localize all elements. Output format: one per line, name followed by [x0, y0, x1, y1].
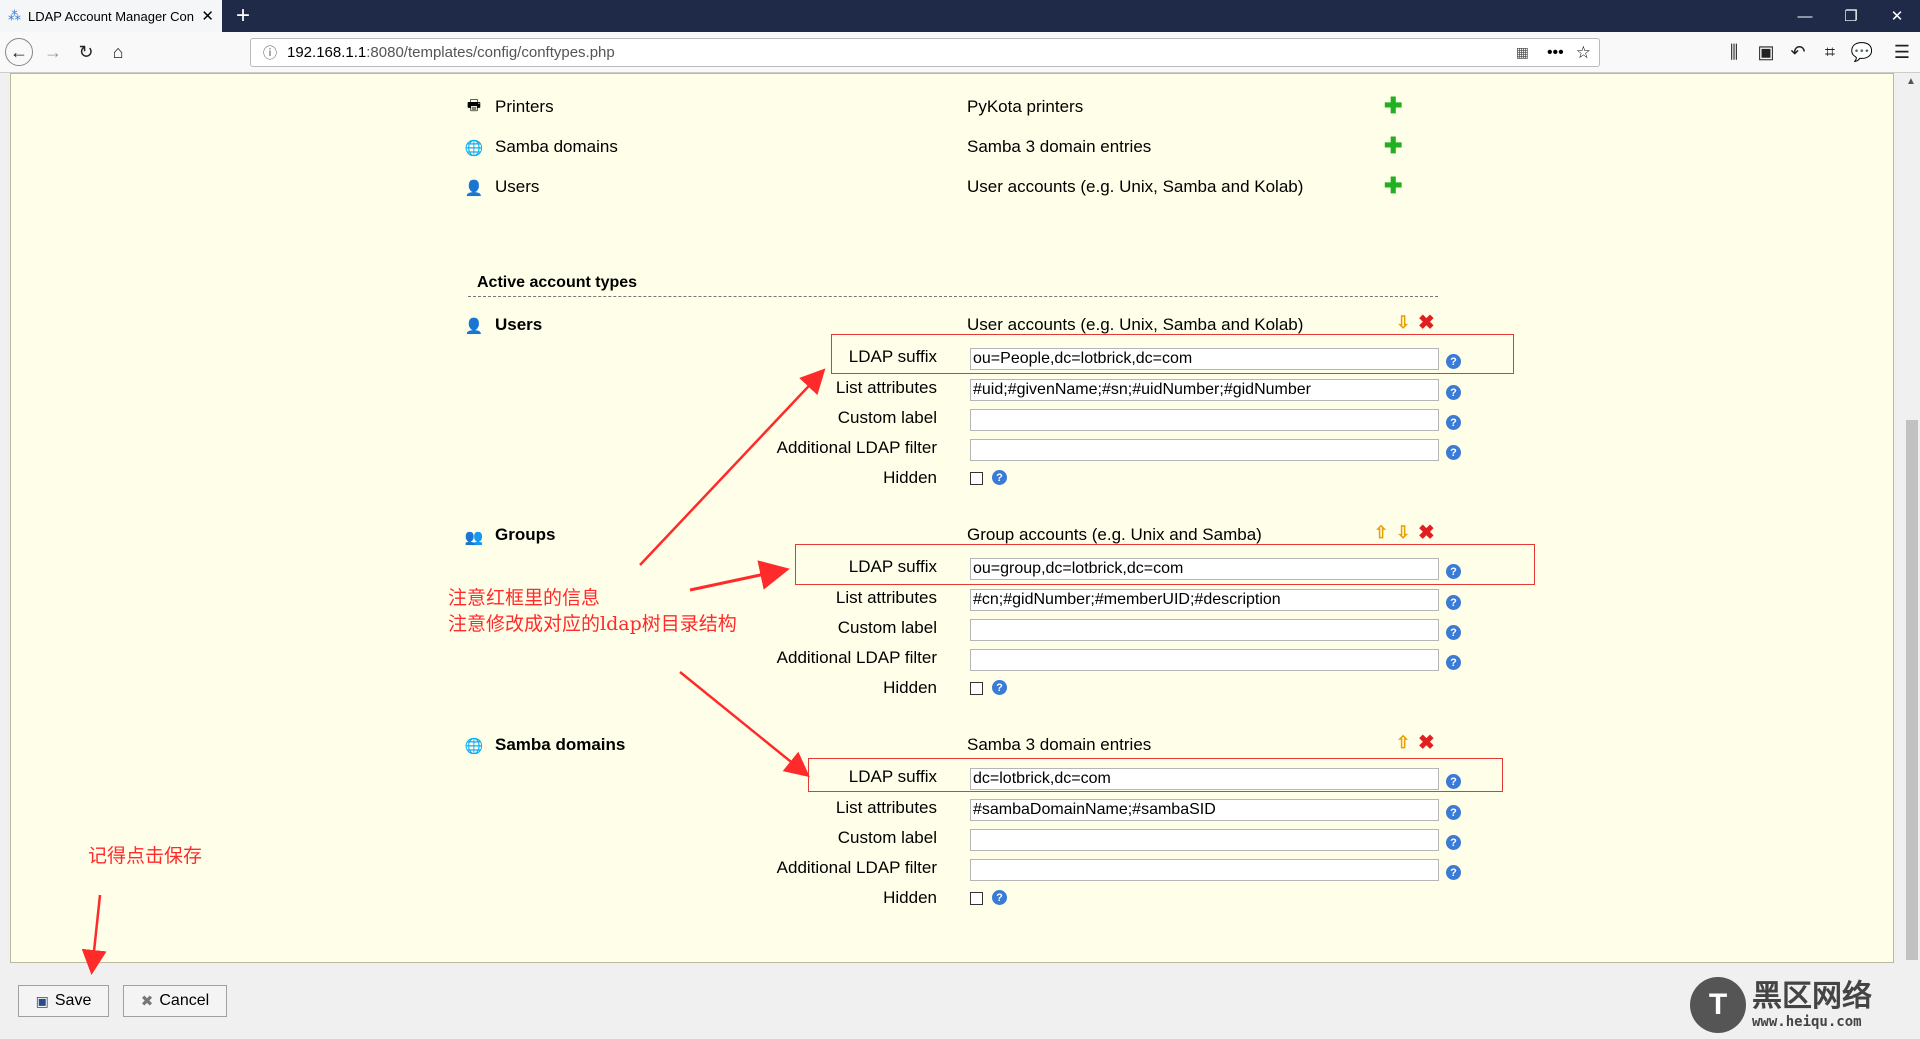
annotation-save-note: 记得点击保存 [88, 845, 203, 867]
watermark: T 黑区网络 www.heiqu.com [1690, 975, 1910, 1035]
save-button[interactable]: ▣ Save [18, 985, 109, 1017]
cancel-button-label: Cancel [159, 992, 210, 1009]
cancel-x-icon: ✖ [140, 993, 154, 1010]
watermark-site: www.heiqu.com [1752, 1014, 1862, 1030]
annotation-note-2: 注意修改成对应的ldap树目录结构 [448, 613, 737, 635]
annotation-note-1: 注意红框里的信息 [448, 587, 601, 609]
save-button-label: Save [54, 992, 92, 1009]
watermark-logo-icon: T [1690, 977, 1746, 1033]
watermark-brand: 黑区网络 [1752, 979, 1872, 1014]
cancel-button[interactable]: ✖ Cancel [123, 985, 227, 1017]
annotation-arrows [81, 368, 826, 975]
floppy-disk-icon: ▣ [35, 992, 49, 1009]
